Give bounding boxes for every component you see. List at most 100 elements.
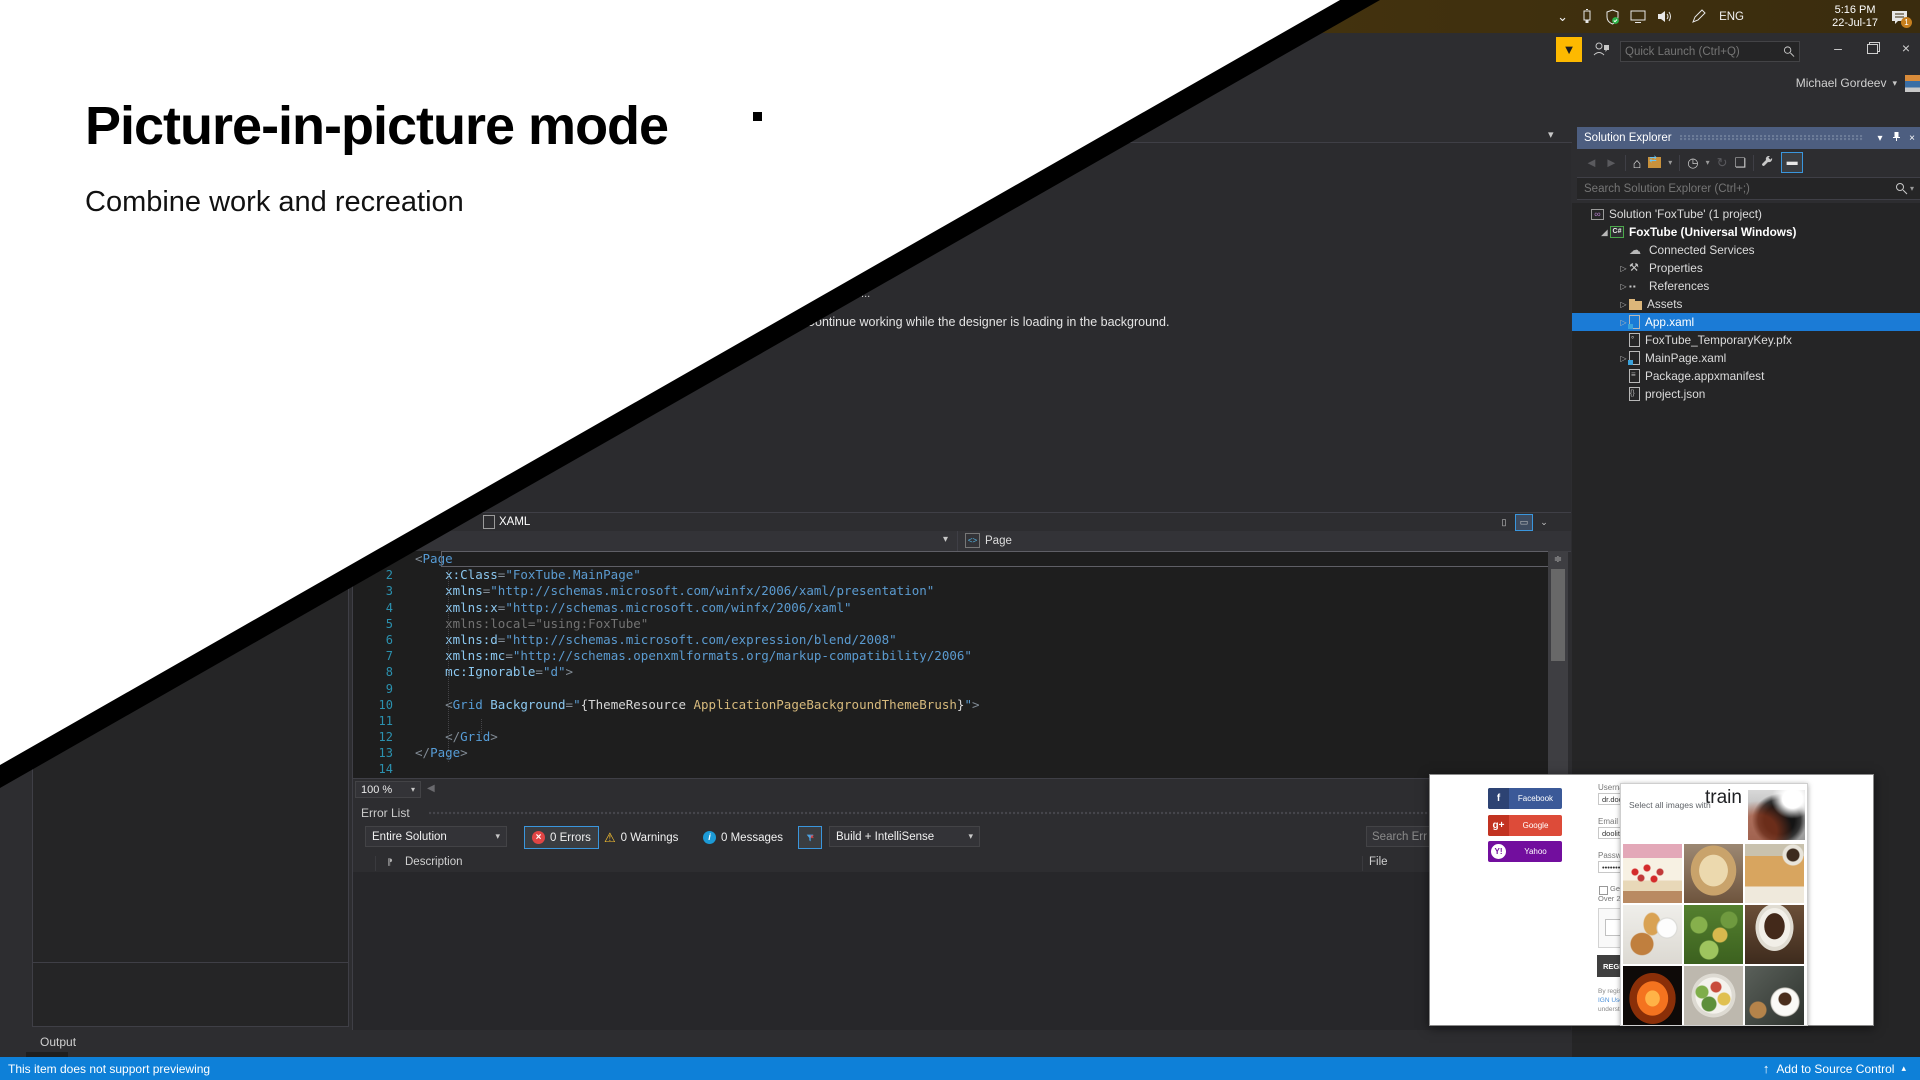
filter-toggle-button[interactable] [798,826,822,849]
tree-item-properties[interactable]: ▷⚒Properties [1572,259,1920,277]
captcha-image-strawberry-cake[interactable] [1623,844,1682,903]
solution-explorer-search-box[interactable]: ▾ [1577,177,1920,200]
pip-browser-window[interactable]: f Facebook g+ Google Y! Yahoo Usernam dr… [1429,774,1874,1026]
tree-item-connected-services[interactable]: ☁Connected Services [1572,241,1920,259]
captcha-image-breakfast-plate[interactable] [1623,905,1682,964]
editor-zoom-dropdown[interactable]: 100 %▾ [355,781,421,798]
horizontal-split-button[interactable]: ▭ [1515,514,1533,531]
vertical-split-button[interactable]: ▯ [1495,514,1513,531]
breadcrumb-element[interactable]: <> Page [965,533,1012,548]
tree-item-label: Assets [1647,297,1682,311]
chevron-down-icon[interactable]: ▾ [943,534,948,545]
captcha-image-salad-with-croutons[interactable] [1684,905,1743,964]
xml-element-icon: <> [965,533,980,548]
tree-item-assets[interactable]: ▷ Assets [1572,295,1920,313]
tree-item-package-appxmanifest[interactable]: Package.appxmanifest [1572,367,1920,385]
taskbar-clock[interactable]: 5:16 PM22-Jul-17 [1832,0,1878,33]
captcha-image-coffee-cup-and-cookie[interactable] [1745,966,1804,1025]
tree-item-label: Solution 'FoxTube' (1 project) [1609,207,1762,221]
tree-item-references[interactable]: ▷▪▪References [1572,277,1920,295]
xaml-doc-icon [483,515,495,529]
expander-collapsed[interactable]: ▷ [1618,264,1629,273]
editor-navigation-bar: ▾ <> Page [353,531,1571,552]
line-number: 3 [353,583,415,599]
solution-explorer-titlebar[interactable]: Solution Explorer ▾ × [1577,127,1920,149]
avatar[interactable] [1905,75,1920,92]
file-column-header[interactable]: File [1369,856,1388,868]
scrollbar-thumb[interactable] [1551,569,1565,661]
minimize-button[interactable]: – [1824,36,1852,60]
expander-expanded[interactable]: ◢ [1599,228,1610,237]
add-to-source-control[interactable]: ↑ Add to Source Control ▴ [1763,1061,1906,1076]
yahoo-login-button[interactable]: Y! Yahoo [1488,841,1562,862]
display-icon[interactable] [1630,0,1646,33]
pending-changes-filter-button[interactable]: ◷ [1687,155,1698,171]
user-dropdown-caret[interactable]: ▾ [1892,78,1897,89]
document-well-dropdown-caret[interactable]: ▾ [1548,128,1554,141]
build-filter-dropdown[interactable]: Build + IntelliSense▾ [829,826,980,847]
error-list-body[interactable] [353,872,1571,1030]
chevron-up-icon: ▴ [1901,1063,1906,1074]
forward-button[interactable]: ► [1605,155,1618,171]
tree-item-foxtube-temporarykey-pfx[interactable]: FoxTube_TemporaryKey.pfx [1572,331,1920,349]
refresh-button[interactable]: ↻ [1717,155,1728,171]
feedback-person-icon[interactable] [1592,41,1610,63]
properties-wrench-icon[interactable] [1761,156,1774,169]
splitter-grip-icon[interactable]: ≑ [1550,552,1566,567]
chevron-down-icon[interactable]: ▾ [1910,184,1914,193]
warnings-filter-button[interactable]: ⚠0 Warnings [596,826,686,849]
close-button[interactable]: × [1892,36,1920,60]
captcha-image-vegetable-salad-plate[interactable] [1684,966,1743,1025]
tree-item-solution-foxtube-1-project[interactable]: ∞Solution 'FoxTube' (1 project) [1572,205,1920,223]
code-editor[interactable]: <Page2 x:Class="FoxTube.MainPage"3 xmlns… [353,551,1548,778]
captcha-image-bowl-of-coffee-beans[interactable] [1745,905,1804,964]
tree-item-mainpage-xaml[interactable]: ▷MainPage.xaml [1572,349,1920,367]
language-indicator[interactable]: ENG [1719,0,1744,33]
tree-item-foxtube-universal-windows[interactable]: ◢C#FoxTube (Universal Windows) [1572,223,1920,241]
pen-icon[interactable] [1691,0,1706,33]
speaker-icon[interactable] [1657,0,1674,33]
tree-item-app-xaml[interactable]: ▷App.xaml [1572,313,1920,331]
solution-explorer-search-input[interactable] [1577,183,1895,195]
messages-filter-button[interactable]: i0 Messages [695,826,791,849]
close-icon[interactable]: × [1904,133,1920,144]
signed-in-user[interactable]: Michael Gordeev [1796,76,1887,90]
errors-filter-button[interactable]: ×0 Errors [524,826,599,849]
collapse-pane-button[interactable]: ⌄ [1535,514,1553,531]
quick-launch-box[interactable] [1620,41,1800,62]
expander-collapsed[interactable]: ▷ [1618,300,1629,309]
tab-xaml[interactable]: XAML [483,515,530,529]
usb-icon[interactable] [1580,0,1594,33]
tree-item-project-json[interactable]: project.json [1572,385,1920,403]
chevron-down-icon[interactable]: ▾ [1706,158,1710,167]
description-column-header[interactable]: Description [405,856,463,868]
defender-shield-icon[interactable] [1605,0,1620,33]
feedback-flag-button[interactable]: ▼ [1556,37,1582,62]
restore-button[interactable] [1858,36,1886,60]
captcha-image-glowing-fire-bowl[interactable] [1623,966,1682,1025]
home-button[interactable]: ⌂ [1633,155,1641,171]
severity-column-icon[interactable]: ⁋ [387,857,393,868]
quick-launch-input[interactable] [1621,46,1783,58]
preview-selected-items-toggle[interactable]: ▬ [1781,152,1803,173]
designer-loading-message: Continue working while the designer is l… [806,315,1169,329]
hscroll-left-arrow[interactable]: ◀ [427,783,435,794]
back-button[interactable]: ◄ [1585,155,1598,171]
pin-icon[interactable] [1888,131,1904,145]
tab-output[interactable]: Output [40,1035,76,1049]
editor-scrollbar[interactable]: ≑ [1548,551,1568,778]
sync-with-active-document-button[interactable] [1648,157,1661,168]
error-scope-dropdown[interactable]: Entire Solution▾ [365,826,507,847]
expander-collapsed[interactable]: ▷ [1618,282,1629,291]
captcha-image-pancakes-and-coffee[interactable] [1745,844,1804,903]
chevron-down-icon[interactable]: ▾ [1668,158,1672,167]
window-position-caret[interactable]: ▾ [1872,133,1888,144]
collapse-all-button[interactable]: ❏ [1735,155,1747,171]
line-number: 4 [353,600,415,616]
google-login-button[interactable]: g+ Google [1488,815,1562,836]
search-icon [1895,182,1908,195]
notification-center-icon[interactable]: 1 [1891,0,1908,33]
hidden-icons-chevron[interactable]: ⌄ [1557,0,1568,33]
captcha-image-banana-dessert-in-glass[interactable] [1684,844,1743,903]
facebook-login-button[interactable]: f Facebook [1488,788,1562,809]
